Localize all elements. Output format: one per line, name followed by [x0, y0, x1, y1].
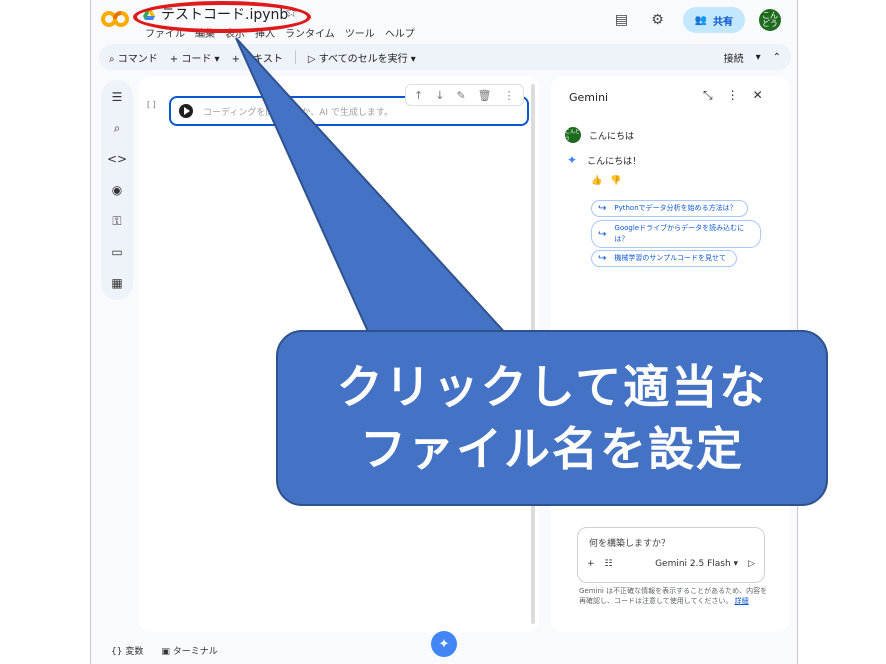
instruction-callout: クリックして適当な ファイル名を設定 — [276, 330, 828, 506]
callout-line-2: ファイル名を設定 — [360, 422, 744, 476]
callout-line-1: クリックして適当な — [336, 360, 768, 414]
